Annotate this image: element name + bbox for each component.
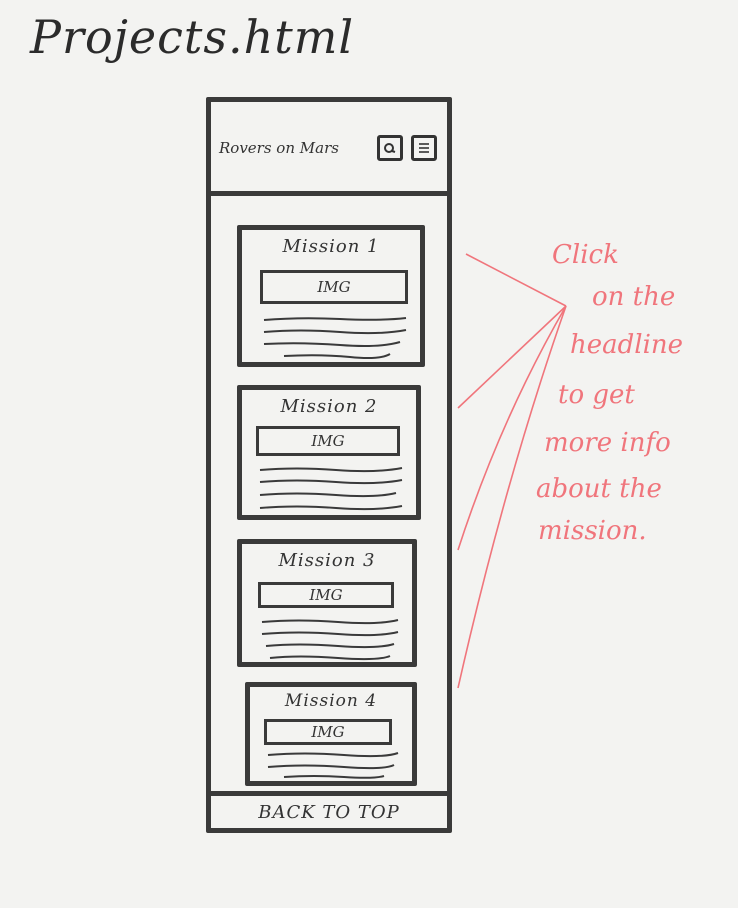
annotation-line: on the [592, 282, 676, 312]
annotation-line: headline [570, 330, 684, 360]
annotation-line: more info [544, 428, 671, 458]
annotation-line: Click [552, 240, 619, 270]
annotation-line: mission. [538, 516, 647, 546]
annotation-line: about the [536, 474, 662, 504]
sketch-page: Projects.html Rovers on Mars Mission 1 I… [0, 0, 738, 908]
annotation-line: to get [558, 380, 635, 410]
